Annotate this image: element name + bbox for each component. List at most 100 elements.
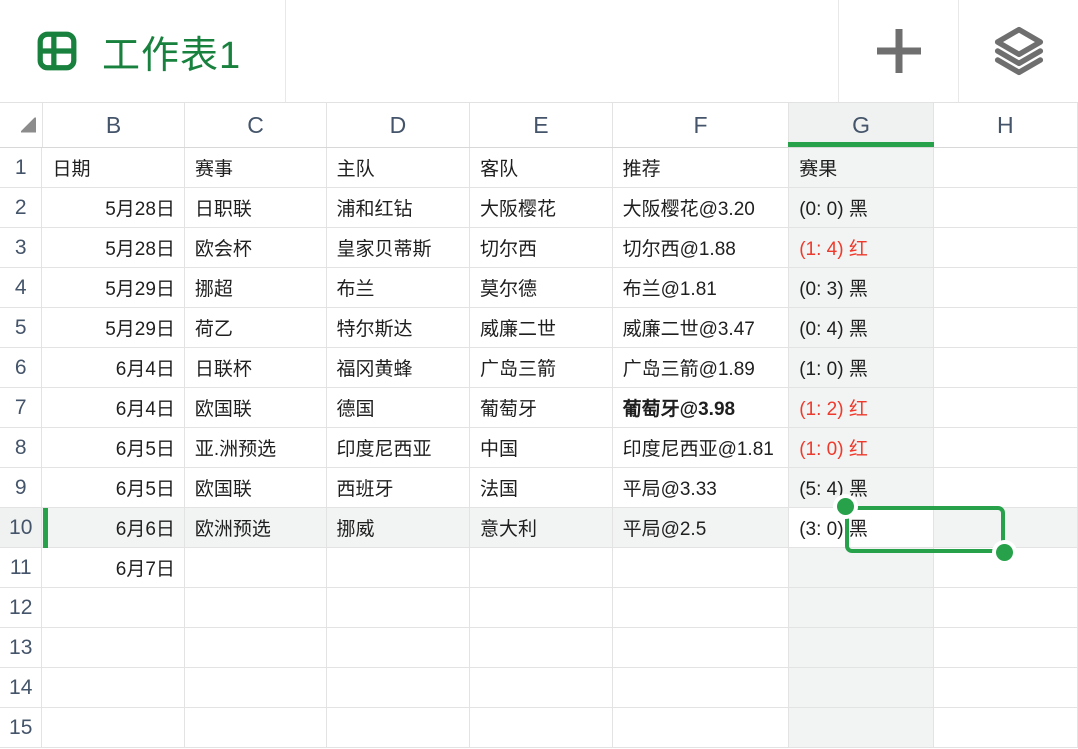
cell-E10[interactable]: 意大利 xyxy=(470,508,613,548)
cell-C4[interactable]: 挪超 xyxy=(185,268,327,308)
row-header-1[interactable]: 1 xyxy=(0,148,42,188)
cell-B13[interactable] xyxy=(42,628,184,668)
cell-E2[interactable]: 大阪樱花 xyxy=(470,188,613,228)
column-header-F[interactable]: F xyxy=(613,103,790,147)
cell-B6[interactable]: 6月4日 xyxy=(42,348,184,388)
cell-D10[interactable]: 挪威 xyxy=(327,508,470,548)
column-header-E[interactable]: E xyxy=(470,103,612,147)
cell-C10[interactable]: 欧洲预选 xyxy=(185,508,327,548)
cell-F8[interactable]: 印度尼西亚@1.81 xyxy=(613,428,790,468)
cell-B8[interactable]: 6月5日 xyxy=(42,428,184,468)
cell-F3[interactable]: 切尔西@1.88 xyxy=(613,228,790,268)
cell-B5[interactable]: 5月29日 xyxy=(42,308,184,348)
cell-G3[interactable]: (1: 4) 红 xyxy=(789,228,933,268)
cell-F13[interactable] xyxy=(613,628,790,668)
cell-B7[interactable]: 6月4日 xyxy=(42,388,184,428)
cell-D15[interactable] xyxy=(327,708,470,748)
cell-F14[interactable] xyxy=(613,668,790,708)
cell-G15[interactable] xyxy=(789,708,933,748)
cell-G14[interactable] xyxy=(789,668,933,708)
cell-D14[interactable] xyxy=(327,668,470,708)
cell-C14[interactable] xyxy=(185,668,327,708)
cell-H14[interactable] xyxy=(934,668,1078,708)
cell-C12[interactable] xyxy=(185,588,327,628)
sheet-tab[interactable]: 工作表1 xyxy=(0,0,286,102)
cell-G9[interactable]: (5: 4) 黑 xyxy=(789,468,933,508)
cell-G4[interactable]: (0: 3) 黑 xyxy=(789,268,933,308)
cell-H2[interactable] xyxy=(934,188,1078,228)
cell-G1[interactable]: 赛果 xyxy=(789,148,933,188)
row-header-9[interactable]: 9 xyxy=(0,468,42,508)
selection-handle-top-left[interactable] xyxy=(837,498,854,515)
cell-F5[interactable]: 威廉二世@3.47 xyxy=(613,308,790,348)
cell-E5[interactable]: 威廉二世 xyxy=(470,308,613,348)
row-header-10[interactable]: 10 xyxy=(0,508,42,548)
cell-D9[interactable]: 西班牙 xyxy=(327,468,470,508)
row-header-12[interactable]: 12 xyxy=(0,588,42,628)
cell-B3[interactable]: 5月28日 xyxy=(42,228,184,268)
cell-D8[interactable]: 印度尼西亚 xyxy=(327,428,470,468)
cell-G2[interactable]: (0: 0) 黑 xyxy=(789,188,933,228)
cell-E15[interactable] xyxy=(470,708,613,748)
row-header-7[interactable]: 7 xyxy=(0,388,42,428)
cell-G12[interactable] xyxy=(789,588,933,628)
cell-B2[interactable]: 5月28日 xyxy=(42,188,184,228)
cell-E1[interactable]: 客队 xyxy=(470,148,613,188)
column-header-D[interactable]: D xyxy=(327,103,470,147)
row-header-6[interactable]: 6 xyxy=(0,348,42,388)
cell-H15[interactable] xyxy=(934,708,1078,748)
cell-G6[interactable]: (1: 0) 黑 xyxy=(789,348,933,388)
cell-G5[interactable]: (0: 4) 黑 xyxy=(789,308,933,348)
cell-B12[interactable] xyxy=(42,588,184,628)
cell-H12[interactable] xyxy=(934,588,1078,628)
cell-G13[interactable] xyxy=(789,628,933,668)
cell-D12[interactable] xyxy=(327,588,470,628)
cell-D7[interactable]: 德国 xyxy=(327,388,470,428)
cell-C6[interactable]: 日联杯 xyxy=(185,348,327,388)
row-header-13[interactable]: 13 xyxy=(0,628,42,668)
column-header-C[interactable]: C xyxy=(185,103,327,147)
cell-F6[interactable]: 广岛三箭@1.89 xyxy=(613,348,790,388)
cell-C8[interactable]: 亚.洲预选 xyxy=(185,428,327,468)
cell-F9[interactable]: 平局@3.33 xyxy=(613,468,790,508)
row-header-8[interactable]: 8 xyxy=(0,428,42,468)
cell-H6[interactable] xyxy=(934,348,1078,388)
cell-D5[interactable]: 特尔斯达 xyxy=(327,308,470,348)
column-header-G[interactable]: G xyxy=(789,103,933,147)
cell-H5[interactable] xyxy=(934,308,1078,348)
cell-C3[interactable]: 欧会杯 xyxy=(185,228,327,268)
cell-B14[interactable] xyxy=(42,668,184,708)
sheets-stack-button[interactable] xyxy=(958,0,1078,102)
cell-E12[interactable] xyxy=(470,588,613,628)
cell-E4[interactable]: 莫尔德 xyxy=(470,268,613,308)
cell-E11[interactable] xyxy=(470,548,613,588)
cell-F4[interactable]: 布兰@1.81 xyxy=(613,268,790,308)
cell-H1[interactable] xyxy=(934,148,1078,188)
cell-E13[interactable] xyxy=(470,628,613,668)
cell-D2[interactable]: 浦和红钻 xyxy=(327,188,470,228)
column-header-B[interactable]: B xyxy=(43,103,185,147)
cell-B15[interactable] xyxy=(42,708,184,748)
cell-H10[interactable] xyxy=(934,508,1078,548)
cell-H3[interactable] xyxy=(934,228,1078,268)
cell-E6[interactable]: 广岛三箭 xyxy=(470,348,613,388)
selection-handle-bottom-right[interactable] xyxy=(996,544,1013,561)
cell-C7[interactable]: 欧国联 xyxy=(185,388,327,428)
cell-H4[interactable] xyxy=(934,268,1078,308)
cell-F12[interactable] xyxy=(613,588,790,628)
cell-D11[interactable] xyxy=(327,548,470,588)
cell-B4[interactable]: 5月29日 xyxy=(42,268,184,308)
cell-C15[interactable] xyxy=(185,708,327,748)
cell-H9[interactable] xyxy=(934,468,1078,508)
cell-H8[interactable] xyxy=(934,428,1078,468)
cell-F10[interactable]: 平局@2.5 xyxy=(613,508,790,548)
cell-C9[interactable]: 欧国联 xyxy=(185,468,327,508)
column-header-H[interactable]: H xyxy=(934,103,1078,147)
cell-C5[interactable]: 荷乙 xyxy=(185,308,327,348)
cell-F2[interactable]: 大阪樱花@3.20 xyxy=(613,188,790,228)
selected-cell-G10[interactable]: (3: 0) 黑 xyxy=(789,508,933,548)
cell-G7[interactable]: (1: 2) 红 xyxy=(789,388,933,428)
select-all-cell[interactable] xyxy=(0,103,43,147)
row-header-4[interactable]: 4 xyxy=(0,268,42,308)
row-header-14[interactable]: 14 xyxy=(0,668,42,708)
